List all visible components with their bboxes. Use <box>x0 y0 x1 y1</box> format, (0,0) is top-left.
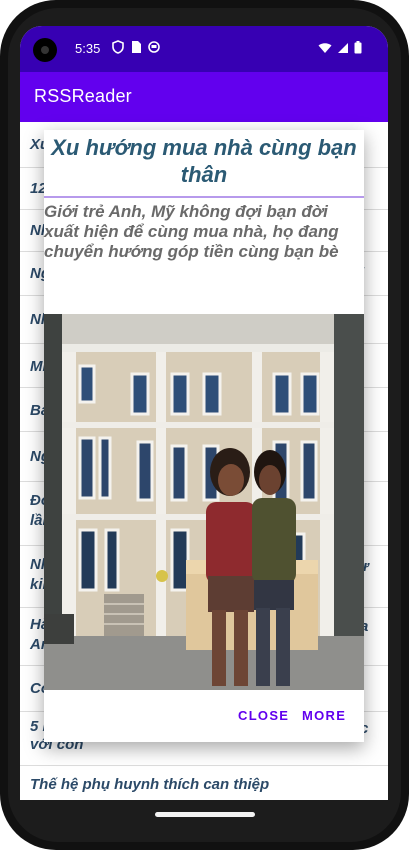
screen: 5:35 RSSReader Xu 12 Nh Ng Nh Mi Ba Ng Đ… <box>20 26 388 800</box>
article-dialog: Xu hướng mua nhà cùng bạn thân Giới trẻ … <box>44 130 364 742</box>
notification-icon <box>148 41 160 53</box>
app-title: RSSReader <box>34 86 132 106</box>
list-item-title: Thế hệ phụ huynh thích can thiệp <box>30 776 270 793</box>
shield-icon <box>112 40 124 54</box>
front-camera-icon <box>33 38 57 62</box>
navigation-bar <box>0 800 409 850</box>
dialog-actions: CLOSE MORE <box>44 702 364 730</box>
status-time: 5:35 <box>75 41 101 56</box>
sim-card-icon <box>132 41 141 53</box>
dialog-description: Giới trẻ Anh, Mỹ không đợi bạn đời xuất … <box>44 202 339 261</box>
status-icons-left <box>112 40 160 54</box>
dialog-title: Xu hướng mua nhà cùng bạn thân <box>51 135 357 187</box>
battery-icon <box>354 41 362 54</box>
article-image <box>44 314 364 690</box>
more-button[interactable]: MORE <box>302 708 346 723</box>
home-gesture-handle[interactable] <box>155 812 255 817</box>
status-bar: 5:35 <box>20 26 388 72</box>
list-item[interactable]: Thế hệ phụ huynh thích can thiệp <box>20 766 388 800</box>
app-bar: RSSReader <box>20 72 388 122</box>
close-button[interactable]: CLOSE <box>238 708 289 723</box>
dialog-divider <box>44 196 364 198</box>
wifi-icon <box>318 43 332 53</box>
cellular-signal-icon <box>338 43 348 53</box>
townhouse-photo <box>44 314 364 690</box>
status-icons-right <box>318 41 362 54</box>
